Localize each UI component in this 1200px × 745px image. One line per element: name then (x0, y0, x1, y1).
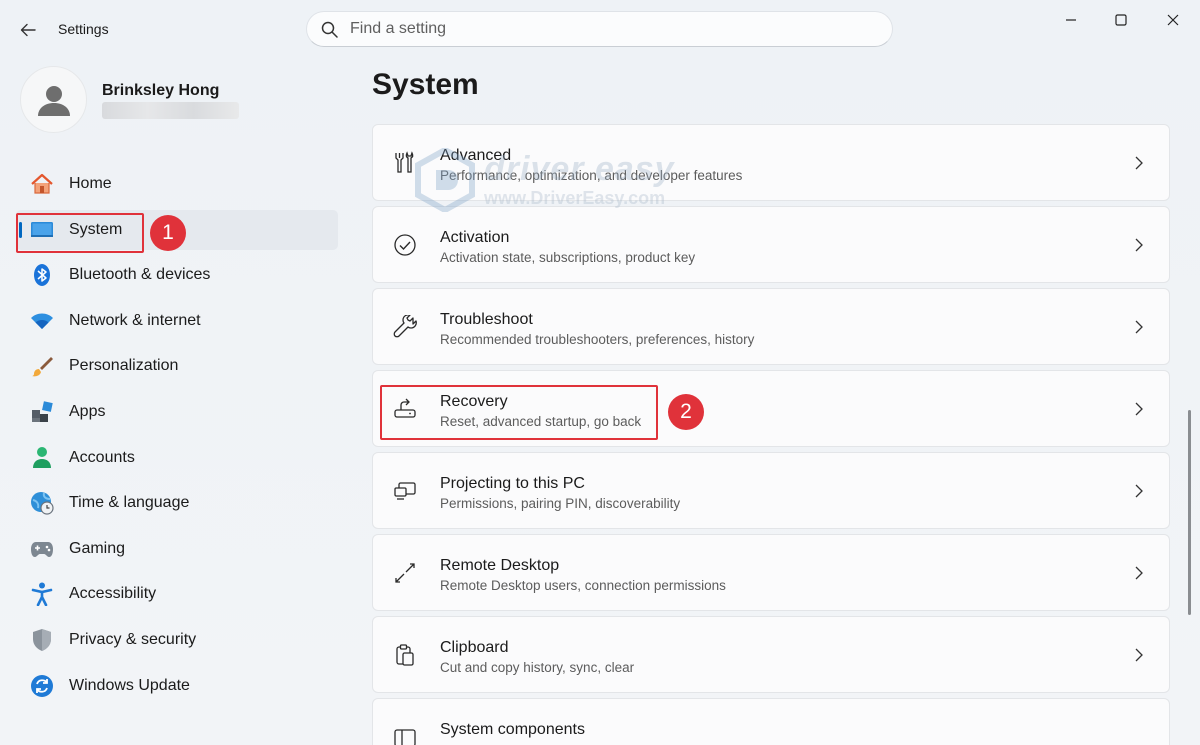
sidebar-item-windows-update[interactable]: Windows Update (16, 666, 338, 706)
gamepad-icon (30, 537, 54, 561)
sidebar-item-label: Time & language (69, 494, 190, 512)
card-subtitle: Recommended troubleshooters, preferences… (440, 332, 755, 347)
home-icon (30, 172, 54, 196)
card-subtitle: Permissions, pairing PIN, discoverabilit… (440, 496, 681, 511)
project-icon (391, 477, 419, 505)
card-advanced[interactable]: Advanced Performance, optimization, and … (372, 124, 1170, 201)
clipboard-icon (391, 641, 419, 669)
avatar[interactable] (20, 66, 87, 133)
title-bar: Settings (0, 0, 1200, 58)
sidebar-item-accessibility[interactable]: Accessibility (16, 574, 338, 614)
search-box[interactable] (306, 11, 893, 47)
tools-icon (391, 149, 419, 177)
page-title: System (372, 68, 479, 101)
sidebar-item-bluetooth[interactable]: Bluetooth & devices (16, 255, 338, 295)
card-projecting[interactable]: Projecting to this PC Permissions, pairi… (372, 452, 1170, 529)
card-remote-desktop[interactable]: Remote Desktop Remote Desktop users, con… (372, 534, 1170, 611)
scrollbar-thumb[interactable] (1188, 410, 1191, 615)
sidebar-item-label: Windows Update (69, 676, 190, 694)
step-badge-1: 1 (150, 215, 186, 251)
update-icon (30, 674, 54, 698)
card-title: Activation (440, 229, 510, 246)
app-title: Settings (58, 21, 109, 37)
user-name: Brinksley Hong (102, 82, 220, 99)
minimize-icon (1066, 19, 1076, 21)
sidebar-item-label: Accessibility (69, 585, 157, 603)
remote-desktop-icon (391, 559, 419, 587)
search-icon (321, 21, 338, 38)
sidebar-item-label: Bluetooth & devices (69, 266, 211, 284)
user-avatar-icon (37, 85, 70, 116)
card-activation[interactable]: Activation Activation state, subscriptio… (372, 206, 1170, 283)
sidebar-item-label: Home (69, 175, 112, 192)
sidebar-item-privacy-security[interactable]: Privacy & security (16, 620, 338, 660)
brush-icon (30, 354, 54, 378)
chevron-right-icon (1131, 399, 1147, 419)
card-clipboard[interactable]: Clipboard Cut and copy history, sync, cl… (372, 616, 1170, 693)
card-subtitle: Activation state, subscriptions, product… (440, 250, 696, 265)
chevron-right-icon (1131, 481, 1147, 501)
callout-highlight-recovery (380, 385, 658, 440)
back-button[interactable] (14, 16, 42, 44)
sidebar-item-label: Apps (69, 402, 106, 420)
card-title: Advanced (440, 147, 512, 164)
chevron-right-icon (1131, 235, 1147, 255)
card-title: Clipboard (440, 639, 509, 656)
maximize-button[interactable] (1098, 6, 1144, 34)
card-troubleshoot[interactable]: Troubleshoot Recommended troubleshooters… (372, 288, 1170, 365)
chevron-right-icon (1131, 153, 1147, 173)
bluetooth-icon (30, 263, 54, 287)
sidebar-item-home[interactable]: Home (16, 164, 338, 204)
sidebar-item-label: Personalization (69, 357, 179, 375)
sidebar-item-accounts[interactable]: Accounts (16, 438, 338, 478)
sidebar-item-time-language[interactable]: Time & language (16, 483, 338, 523)
card-system-components[interactable]: System components (372, 698, 1170, 745)
sidebar-item-label: Privacy & security (69, 630, 197, 648)
card-subtitle: Performance, optimization, and developer… (440, 168, 743, 183)
search-input[interactable] (350, 20, 850, 38)
sidebar-item-network[interactable]: Network & internet (16, 301, 338, 341)
globe-clock-icon (30, 491, 54, 515)
check-circle-icon (391, 231, 419, 259)
chevron-right-icon (1131, 317, 1147, 337)
close-icon (1167, 14, 1179, 26)
wrench-icon (391, 313, 419, 341)
sidebar-item-personalization[interactable]: Personalization (16, 346, 338, 386)
apps-icon (30, 400, 54, 424)
card-subtitle: Remote Desktop users, connection permiss… (440, 578, 726, 593)
wifi-icon (30, 309, 54, 333)
card-subtitle: Cut and copy history, sync, clear (440, 660, 635, 675)
settings-window: Settings Brinksley Hong Home (0, 0, 1200, 745)
sidebar-item-label: Gaming (69, 539, 126, 557)
shield-icon (30, 628, 54, 652)
card-title: Projecting to this PC (440, 475, 585, 492)
card-title: System components (440, 721, 585, 738)
minimize-button[interactable] (1048, 6, 1094, 34)
back-arrow-icon (20, 23, 36, 37)
chevron-right-icon (1131, 563, 1147, 583)
user-email-redacted (102, 102, 239, 119)
maximize-icon (1115, 14, 1127, 26)
close-button[interactable] (1150, 6, 1196, 34)
step-badge-2: 2 (668, 394, 704, 430)
sidebar-item-label: Network & internet (69, 311, 201, 329)
components-icon (391, 723, 419, 745)
card-title: Remote Desktop (440, 557, 560, 574)
sidebar-item-label: Accounts (69, 448, 135, 466)
accessibility-icon (30, 582, 54, 607)
chevron-right-icon (1131, 645, 1147, 665)
sidebar-item-apps[interactable]: Apps (16, 392, 338, 432)
sidebar-item-gaming[interactable]: Gaming (16, 529, 338, 569)
card-title: Troubleshoot (440, 311, 533, 328)
callout-highlight-system (16, 213, 144, 253)
accounts-icon (30, 446, 54, 470)
